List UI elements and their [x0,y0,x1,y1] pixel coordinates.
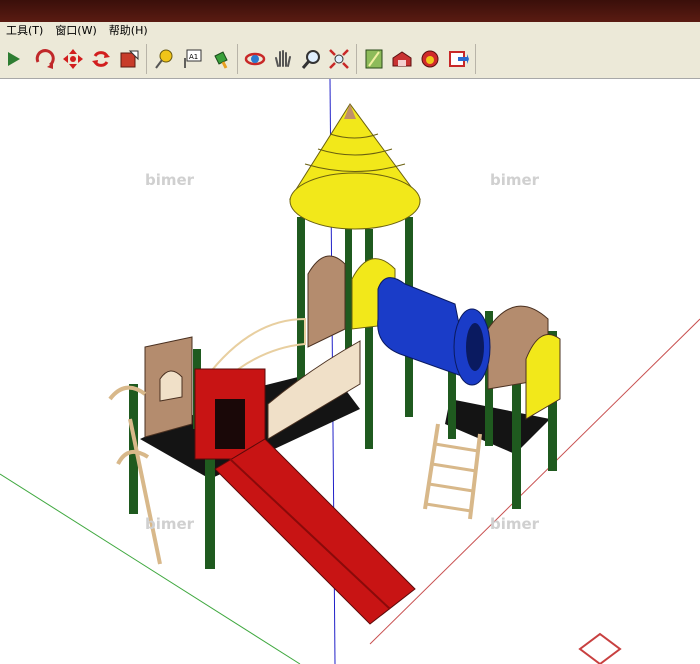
post [512,364,521,509]
zoom-extents-icon[interactable] [325,45,353,73]
menu-help[interactable]: 帮助(H) [103,22,154,40]
orbit-icon[interactable] [31,45,59,73]
watermark-text: bimer [145,171,195,189]
panel-window [159,370,183,402]
post [297,217,305,402]
watermark-text: bimer [490,171,540,189]
component-icon[interactable] [416,45,444,73]
toolbar-group-camera [238,44,357,74]
orbit-view-icon[interactable] [241,45,269,73]
playground-model [0,79,700,664]
slide-chute [214,438,416,625]
slide-divider [229,458,391,610]
zoom-icon[interactable] [297,45,325,73]
tunnel-hole [466,323,484,371]
scale-icon[interactable] [115,45,143,73]
svg-text:A1: A1 [189,53,198,61]
text-icon[interactable]: A1 [178,45,206,73]
menu-bar: 工具(T) 窗口(W) 帮助(H) [0,22,700,41]
paint-bucket-icon[interactable] [206,45,234,73]
toolbar-group-construct: A1 [147,44,238,74]
slide-opening [215,399,245,449]
warehouse-icon[interactable] [388,45,416,73]
tape-measure-icon[interactable] [150,45,178,73]
toolbar-group-extensions [357,44,476,74]
rotate-icon[interactable] [87,45,115,73]
post [345,229,352,349]
corner-logo [578,632,622,664]
share-icon[interactable] [444,45,472,73]
watermark-text: bimer [145,515,195,533]
panel-top [307,255,346,348]
menu-tools[interactable]: 工具(T) [0,22,49,40]
menu-window[interactable]: 窗口(W) [49,22,102,40]
pan-hand-icon[interactable] [269,45,297,73]
window-title-bar [0,0,700,22]
main-toolbar: A1 [0,40,700,79]
move-icon[interactable] [59,45,87,73]
arrow-icon[interactable] [3,45,31,73]
watermark-text: bimer [490,515,540,533]
map-icon[interactable] [360,45,388,73]
toolbar-group-edit [0,44,147,74]
roof-base [289,172,421,230]
3d-viewport[interactable]: bimer bimer bimer bimer [0,79,700,664]
